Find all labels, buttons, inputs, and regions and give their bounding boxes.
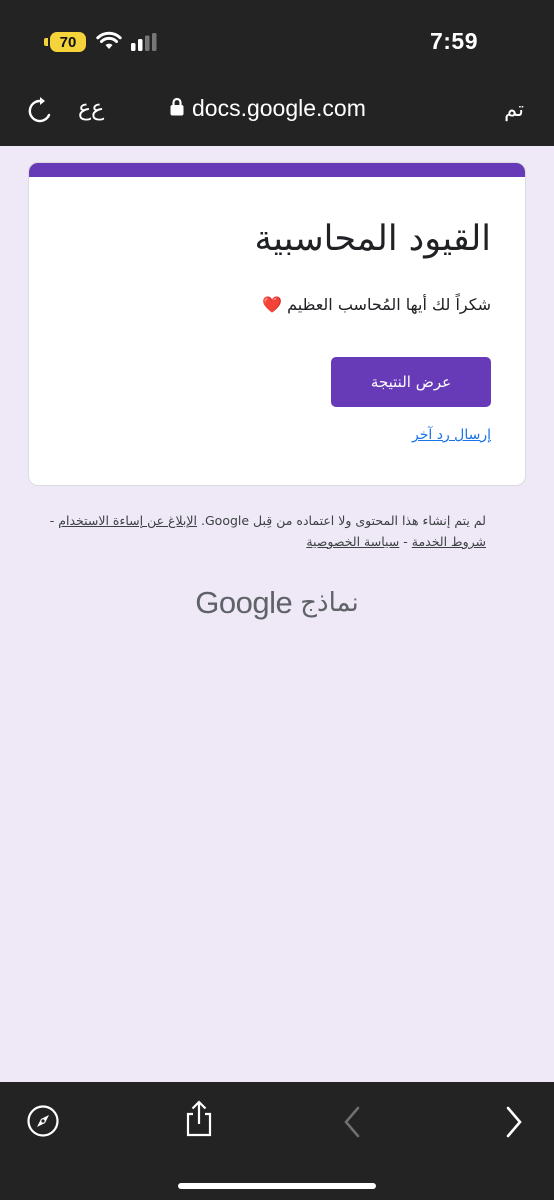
cellular-signal-icon (131, 33, 159, 55)
separator: - (399, 534, 412, 549)
wifi-icon (96, 31, 122, 55)
reload-icon[interactable] (27, 97, 53, 129)
home-indicator[interactable] (178, 1183, 376, 1189)
status-time: 7:59 (429, 28, 478, 54)
done-button[interactable]: تم (504, 97, 524, 121)
chevron-right-icon[interactable] (504, 1106, 524, 1142)
battery-indicator: 70 (50, 32, 86, 52)
text-size-button[interactable]: ﻉﻉ (78, 96, 104, 121)
url-text: docs.google.com (192, 95, 366, 121)
status-bar: 70 7:59 (0, 0, 554, 80)
browser-top-chrome: 70 7:59 ﻉﻉ docs.google.com تم (0, 0, 554, 146)
google-wordmark: Google (195, 585, 293, 620)
disclaimer-text: لم يتم إنشاء هذا المحتوى ولا اعتماده من … (201, 513, 486, 528)
terms-link[interactable]: شروط الخدمة (412, 534, 486, 549)
battery-cap (44, 38, 48, 46)
confirmation-message: شكراً لك أيها المُحاسب العظيم ❤️ (262, 295, 491, 314)
forms-wordmark: نماذج (300, 588, 359, 618)
battery-level: 70 (59, 33, 77, 51)
form-confirmation-card: القيود المحاسبية شكراً لك أيها المُحاسب … (28, 162, 526, 486)
submit-another-response-link[interactable]: إرسال رد آخر (412, 427, 491, 443)
report-abuse-link[interactable]: الإبلاغ عن إساءة الاستخدام (58, 513, 197, 528)
form-title: القيود المحاسبية (254, 219, 491, 259)
view-score-button[interactable]: عرض النتيجة (331, 357, 491, 407)
compass-icon[interactable] (26, 1104, 60, 1142)
google-forms-logo[interactable]: Google نماذج (0, 585, 554, 621)
address-bar: ﻉﻉ docs.google.com تم (0, 86, 554, 136)
url-field[interactable]: docs.google.com (170, 95, 366, 122)
google-disclaimer: لم يتم إنشاء هذا المحتوى ولا اعتماده من … (40, 510, 486, 552)
lock-icon (170, 95, 184, 122)
privacy-link[interactable]: سياسة الخصوصية (306, 534, 399, 549)
separator: - (49, 513, 59, 528)
chevron-left-icon[interactable] (342, 1106, 362, 1142)
share-icon[interactable] (183, 1100, 215, 1142)
card-accent-bar (29, 163, 525, 177)
